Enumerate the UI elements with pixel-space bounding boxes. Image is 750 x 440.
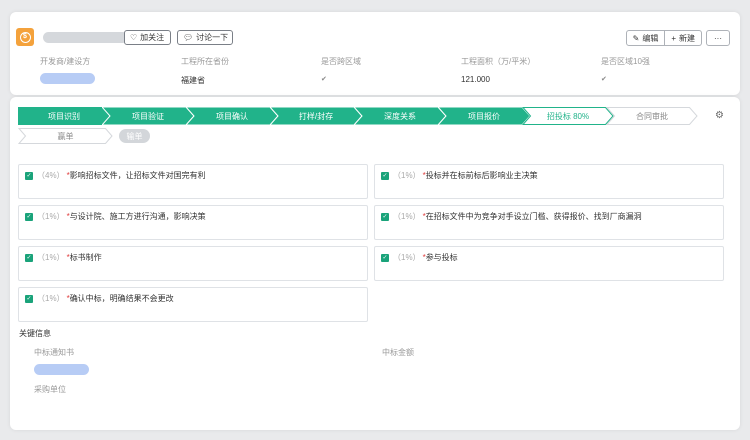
stage-1-label: 项目验证 bbox=[132, 111, 164, 121]
action-button-group: ✎ 编辑 + 新建 ··· bbox=[625, 30, 730, 46]
field-win-amount: 中标金额 bbox=[382, 347, 414, 358]
task-text: 与设计院、施工方进行沟通，影响决策 bbox=[69, 212, 206, 221]
field-province: 工程所在省份 福建省 bbox=[181, 56, 229, 86]
gear-icon[interactable]: ⚙ bbox=[715, 110, 724, 121]
stage-4[interactable]: 深度关系 bbox=[354, 107, 446, 125]
task-text: 投标并在标前标后影响业主决策 bbox=[425, 171, 538, 180]
purchaser-label: 采购单位 bbox=[34, 385, 66, 394]
stage-6[interactable]: 招投标 80% bbox=[522, 107, 614, 125]
stage-7-label: 合同审批 bbox=[636, 111, 668, 121]
task-percent: （1%） bbox=[37, 212, 65, 221]
stage-4-label: 深度关系 bbox=[384, 111, 416, 121]
checkbox-checked-icon[interactable]: ✓ bbox=[25, 171, 33, 180]
task-card: ✓ （4%） * 影响招标文件，让招标文件对国完有利 bbox=[18, 164, 368, 199]
cross-region-label: 是否跨区域 bbox=[321, 57, 361, 66]
field-purchaser: 采购单位 bbox=[34, 384, 66, 395]
stage-5[interactable]: 项目报价 bbox=[438, 107, 530, 125]
task-card: ✓ （1%） * 标书制作 bbox=[18, 246, 368, 281]
stage-win[interactable]: 赢单 bbox=[18, 128, 113, 144]
field-area: 工程面积（万/平米） 121.000 bbox=[461, 56, 535, 84]
checkbox-checked-icon[interactable]: ✓ bbox=[381, 171, 389, 180]
task-card: ✓ （1%） * 与设计院、施工方进行沟通，影响决策 bbox=[18, 205, 368, 240]
pencil-icon: ✎ bbox=[632, 33, 640, 43]
record-header-card: $ ♡ 加关注 💬︎ 讨论一下 ✎ 编辑 + 新建 ··· 开发商/建设方 工程… bbox=[10, 12, 740, 95]
task-percent: （1%） bbox=[393, 253, 421, 262]
stage-2[interactable]: 项目确认 bbox=[186, 107, 278, 125]
new-label: 新建 bbox=[679, 33, 695, 43]
discuss-button[interactable]: 💬︎ 讨论一下 bbox=[177, 30, 233, 45]
discuss-label: 讨论一下 bbox=[196, 33, 229, 42]
checkbox-checked-icon[interactable]: ✓ bbox=[25, 253, 33, 262]
province-label: 工程所在省份 bbox=[181, 57, 229, 66]
coin-icon: $ bbox=[16, 28, 34, 46]
win-notice-value-pill[interactable] bbox=[34, 364, 89, 375]
area-label: 工程面积（万/平米） bbox=[461, 57, 536, 66]
follow-label: 加关注 bbox=[140, 33, 165, 42]
task-card: ✓ （1%） * 确认中标，明确结果不会更改 bbox=[18, 287, 368, 322]
task-card: ✓ （1%） * 投标并在标前标后影响业主决策 bbox=[374, 164, 724, 199]
task-text: 影响招标文件，让招标文件对国完有利 bbox=[69, 171, 206, 180]
task-card: ✓ （1%） * 在招标文件中为竞争对手设立门槛、获得报价、找到厂商漏洞 bbox=[374, 205, 724, 240]
field-cross-region: 是否跨区域 ✔ bbox=[321, 56, 361, 83]
task-percent: （1%） bbox=[393, 212, 421, 221]
win-amount-label: 中标金额 bbox=[382, 348, 414, 357]
task-card: ✓ （1%） * 参与投标 bbox=[374, 246, 724, 281]
check-icon: ✔ bbox=[601, 76, 607, 83]
new-button[interactable]: + 新建 bbox=[665, 30, 702, 46]
task-percent: （1%） bbox=[393, 171, 421, 180]
stage-5-label: 项目报价 bbox=[468, 111, 500, 121]
check-icon: ✔ bbox=[321, 76, 327, 83]
edit-label: 编辑 bbox=[642, 33, 659, 43]
stage-pipeline: 项目识别 项目验证 项目确认 打样/封存 深度关系 项目报价 招投标 80% 合… bbox=[18, 107, 698, 125]
task-percent: （4%） bbox=[37, 171, 65, 180]
task-text: 参与投标 bbox=[425, 253, 458, 262]
stage-6-label: 招投标 80% bbox=[546, 111, 590, 121]
lose-label: 输单 bbox=[126, 131, 143, 141]
region10-label: 是否区域10强 bbox=[601, 57, 650, 66]
more-label: ··· bbox=[714, 33, 722, 43]
checkbox-checked-icon[interactable]: ✓ bbox=[25, 212, 33, 221]
key-info-title: 关键信息 bbox=[19, 329, 51, 338]
field-developer: 开发商/建设方 bbox=[40, 56, 95, 84]
stage-7[interactable]: 合同审批 bbox=[606, 107, 698, 125]
developer-label: 开发商/建设方 bbox=[40, 57, 91, 66]
field-win-notice: 中标通知书 bbox=[34, 347, 89, 375]
record-detail-card: ⚙ 项目识别 项目验证 项目确认 打样/封存 深度关系 项目报价 招投标 80% bbox=[10, 97, 740, 430]
lose-button[interactable]: 输单 bbox=[119, 129, 150, 143]
stage-2-label: 项目确认 bbox=[216, 111, 248, 121]
task-text: 标书制作 bbox=[69, 253, 102, 262]
checkbox-checked-icon[interactable]: ✓ bbox=[381, 212, 389, 221]
stage-3-label: 打样/封存 bbox=[298, 111, 334, 121]
record-title-placeholder bbox=[43, 32, 128, 43]
area-value: 121.000 bbox=[461, 75, 490, 84]
province-value: 福建省 bbox=[181, 76, 205, 85]
task-percent: （1%） bbox=[37, 253, 65, 262]
win-notice-label: 中标通知书 bbox=[34, 348, 74, 357]
checkbox-checked-icon[interactable]: ✓ bbox=[381, 253, 389, 262]
stage-win-label: 赢单 bbox=[57, 131, 74, 141]
edit-button[interactable]: ✎ 编辑 bbox=[625, 30, 666, 46]
comment-icon: 💬︎ bbox=[183, 33, 194, 42]
stage-0-label: 项目识别 bbox=[48, 111, 80, 121]
task-percent: （1%） bbox=[37, 294, 65, 303]
developer-value-pill[interactable] bbox=[40, 73, 95, 84]
heart-icon: ♡ bbox=[130, 33, 138, 42]
stage-0[interactable]: 项目识别 bbox=[18, 107, 110, 125]
plus-icon: + bbox=[671, 33, 676, 43]
field-region10: 是否区域10强 ✔ bbox=[601, 56, 650, 83]
checkbox-checked-icon[interactable]: ✓ bbox=[25, 294, 33, 303]
follow-button[interactable]: ♡ 加关注 bbox=[124, 30, 171, 45]
stage-1[interactable]: 项目验证 bbox=[102, 107, 194, 125]
more-button[interactable]: ··· bbox=[706, 30, 730, 46]
task-text: 在招标文件中为竞争对手设立门槛、获得报价、找到厂商漏洞 bbox=[425, 212, 642, 221]
stage-3[interactable]: 打样/封存 bbox=[270, 107, 362, 125]
task-text: 确认中标，明确结果不会更改 bbox=[69, 294, 174, 303]
